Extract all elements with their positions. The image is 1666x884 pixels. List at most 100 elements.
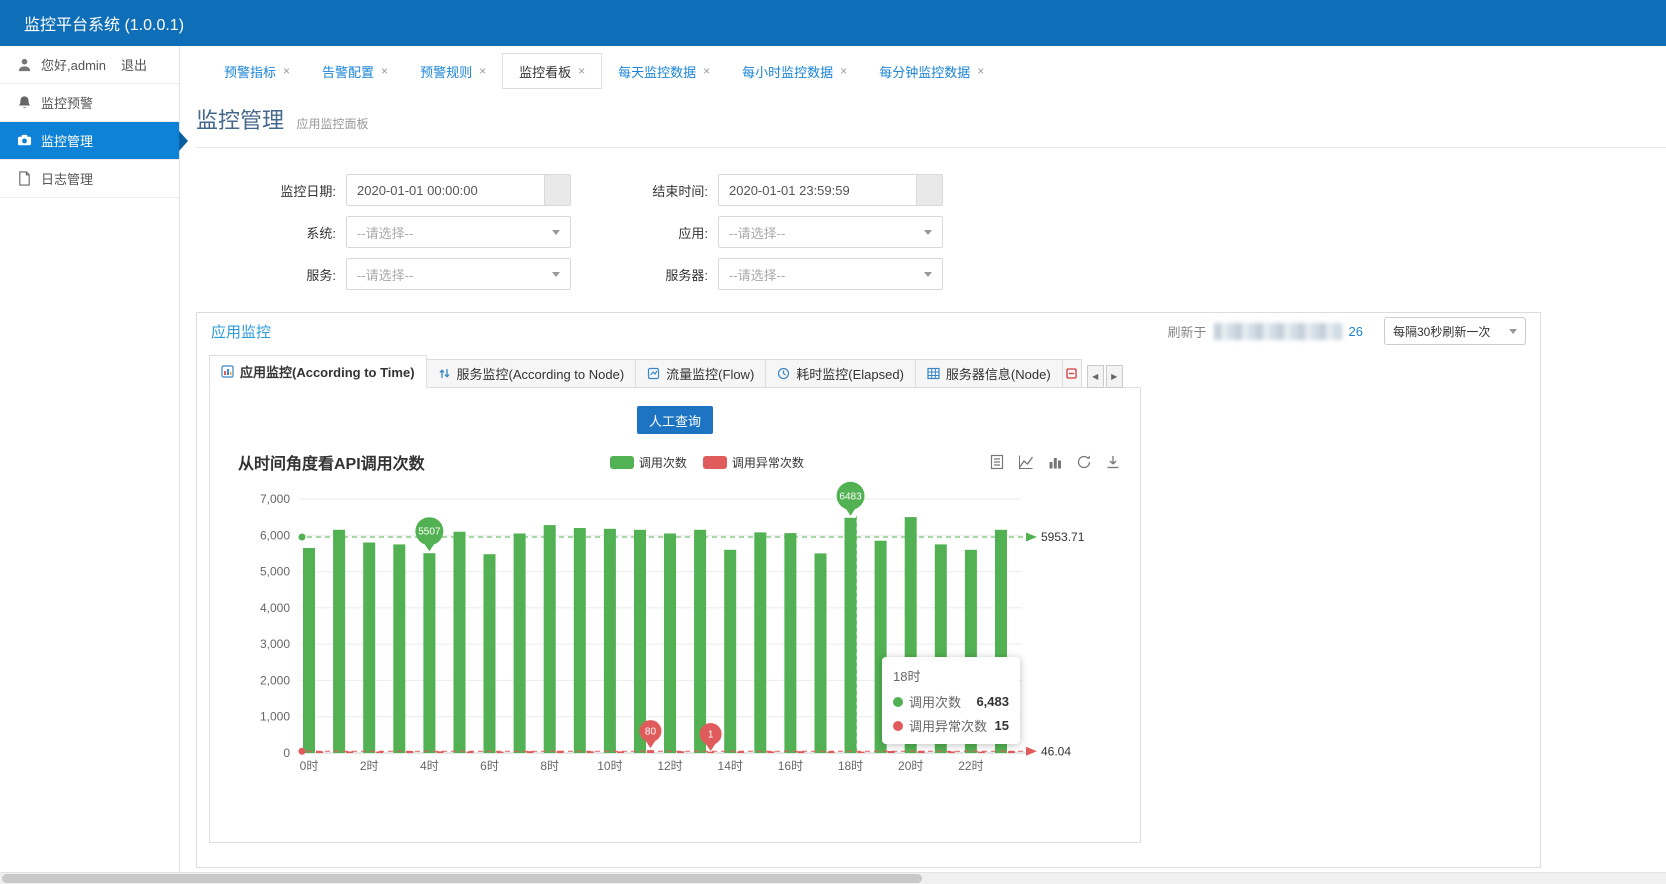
tab-label: 告警配置 <box>322 62 374 81</box>
svg-text:7,000: 7,000 <box>260 492 290 506</box>
tab-label: 每天监控数据 <box>618 62 696 81</box>
tooltip-row-errors: 调用异常次数 15 <box>893 716 1009 735</box>
legend-item-errors[interactable]: 调用异常次数 <box>703 454 804 471</box>
document-icon <box>17 171 32 186</box>
svg-text:46.04: 46.04 <box>1041 744 1071 758</box>
refresh-status: 刷新于 26 每隔30秒刷新一次 <box>1168 317 1526 345</box>
horizontal-scrollbar[interactable] <box>0 872 1666 884</box>
line-chart-icon[interactable] <box>1018 454 1034 470</box>
service-select[interactable]: --请选择-- <box>346 258 571 290</box>
tab-flow-monitor[interactable]: 流量监控(Flow) <box>635 359 766 388</box>
svg-text:4,000: 4,000 <box>260 601 290 615</box>
sidebar-item-label: 监控管理 <box>41 131 93 150</box>
tab-alert-rules[interactable]: 预警规则 × <box>404 53 502 89</box>
end-date-picker-button[interactable] <box>917 174 943 206</box>
tab-label: 每分钟监控数据 <box>879 62 970 81</box>
chevron-down-icon <box>552 272 560 277</box>
camera-icon <box>17 133 32 148</box>
tab-app-monitor-time[interactable]: 应用监控(According to Time) <box>209 355 427 388</box>
svg-text:2,000: 2,000 <box>260 673 290 687</box>
tab-elapsed-monitor[interactable]: 耗时监控(Elapsed) <box>765 359 916 388</box>
tab-monitor-dashboard[interactable]: 监控看板 × <box>502 53 602 89</box>
tab-label: 每小时监控数据 <box>742 62 833 81</box>
close-icon[interactable]: × <box>703 64 710 78</box>
bar-chart: 01,0002,0003,0004,0005,0006,0007,0000时2时… <box>222 480 1127 802</box>
app-select[interactable]: --请选择-- <box>718 216 943 248</box>
logout-link[interactable]: 退出 <box>121 55 147 74</box>
chart-tooltip: 18时 调用次数 6,483 调用异常次数 15 <box>882 657 1020 744</box>
sidebar-item-log-mgmt[interactable]: 日志管理 <box>0 160 179 198</box>
filter-form: 监控日期: 结束时间: 系统: --请选择-- 应用: --请选择-- 服务: <box>196 174 1666 290</box>
tab-service-monitor-node[interactable]: 服务监控(According to Node) <box>426 359 637 388</box>
svg-text:12时: 12时 <box>657 759 682 773</box>
sidebar-item-label: 日志管理 <box>41 169 93 188</box>
sidebar-item-monitor-mgmt[interactable]: 监控管理 <box>0 122 179 160</box>
tabs-scroll-right-button[interactable]: ▶ <box>1106 365 1123 388</box>
refresh-suffix: 26 <box>1349 324 1363 339</box>
legend-item-calls[interactable]: 调用次数 <box>610 454 687 471</box>
monitor-tabs: 应用监控(According to Time) 服务监控(According t… <box>209 355 1141 388</box>
tab-server-info-node[interactable]: 服务器信息(Node) <box>915 359 1063 388</box>
svg-text:22时: 22时 <box>958 759 983 773</box>
scrollbar-thumb[interactable] <box>2 874 922 883</box>
system-label: 系统: <box>196 223 346 242</box>
start-date-input[interactable] <box>346 174 545 206</box>
chevron-right-icon: ▶ <box>1111 372 1117 381</box>
page-title: 监控管理 <box>196 108 284 133</box>
close-icon[interactable]: × <box>578 64 585 78</box>
server-select[interactable]: --请选择-- <box>718 258 943 290</box>
tooltip-row-calls: 调用次数 6,483 <box>893 692 1009 711</box>
tab-stub-clipped[interactable] <box>1062 359 1082 388</box>
start-date-picker-button[interactable] <box>545 174 571 206</box>
refresh-interval-select[interactable]: 每隔30秒刷新一次 <box>1384 317 1526 345</box>
service-label: 服务: <box>196 265 346 284</box>
svg-text:16时: 16时 <box>778 759 803 773</box>
chevron-down-icon <box>1509 329 1517 334</box>
refresh-icon[interactable] <box>1076 454 1092 470</box>
svg-text:0时: 0时 <box>300 759 319 773</box>
tab-label: 预警规则 <box>420 62 472 81</box>
time-chart-icon <box>221 365 234 378</box>
app-header: 监控平台系统 (1.0.0.1) <box>0 0 1666 46</box>
svg-text:5507: 5507 <box>418 527 441 538</box>
refresh-time-redacted <box>1214 323 1342 340</box>
manual-query-button[interactable]: 人工查询 <box>637 406 713 434</box>
svg-text:5,000: 5,000 <box>260 565 290 579</box>
divider <box>196 147 1666 148</box>
tab-hourly-data[interactable]: 每小时监控数据 × <box>726 53 863 89</box>
close-icon[interactable]: × <box>840 64 847 78</box>
flow-icon <box>647 367 660 380</box>
tab-daily-data[interactable]: 每天监控数据 × <box>602 53 726 89</box>
legend-swatch-green <box>610 456 634 469</box>
tab-label: 监控看板 <box>519 62 571 81</box>
download-icon[interactable] <box>1105 454 1121 470</box>
chart-toolbox <box>989 454 1123 470</box>
panel-header: 应用监控 刷新于 26 每隔30秒刷新一次 <box>197 313 1540 349</box>
monitor-tabs-widget: 应用监控(According to Time) 服务监控(According t… <box>209 355 1141 843</box>
end-label: 结束时间: <box>578 181 718 200</box>
tab-alarm-config[interactable]: 告警配置 × <box>306 53 404 89</box>
close-icon[interactable]: × <box>479 64 486 78</box>
sidebar-item-label: 监控预警 <box>41 93 93 112</box>
close-icon[interactable]: × <box>381 64 388 78</box>
main-content: 预警指标 × 告警配置 × 预警规则 × 监控看板 × 每天监控数据 × 每小时… <box>180 46 1666 872</box>
close-icon[interactable]: × <box>283 64 290 78</box>
tab-alert-metrics[interactable]: 预警指标 × <box>208 53 306 89</box>
svg-text:3,000: 3,000 <box>260 637 290 651</box>
svg-text:18时: 18时 <box>838 759 863 773</box>
chevron-left-icon: ◀ <box>1092 372 1098 381</box>
tab-minute-data[interactable]: 每分钟监控数据 × <box>863 53 1000 89</box>
data-view-icon[interactable] <box>989 454 1005 470</box>
tabs-scroll-left-button[interactable]: ◀ <box>1087 365 1104 388</box>
panel-title: 应用监控 <box>211 321 271 342</box>
user-icon <box>17 57 32 72</box>
bar-chart-icon[interactable] <box>1047 454 1063 470</box>
svg-text:10时: 10时 <box>597 759 622 773</box>
close-icon[interactable]: × <box>977 64 984 78</box>
end-date-input[interactable] <box>718 174 917 206</box>
refresh-prefix: 刷新于 <box>1168 322 1207 341</box>
system-select[interactable]: --请选择-- <box>346 216 571 248</box>
svg-text:1: 1 <box>708 730 714 741</box>
sidebar-item-alerts[interactable]: 监控预警 <box>0 84 179 122</box>
chart-title: 从时间角度看API调用次数 <box>238 450 425 474</box>
